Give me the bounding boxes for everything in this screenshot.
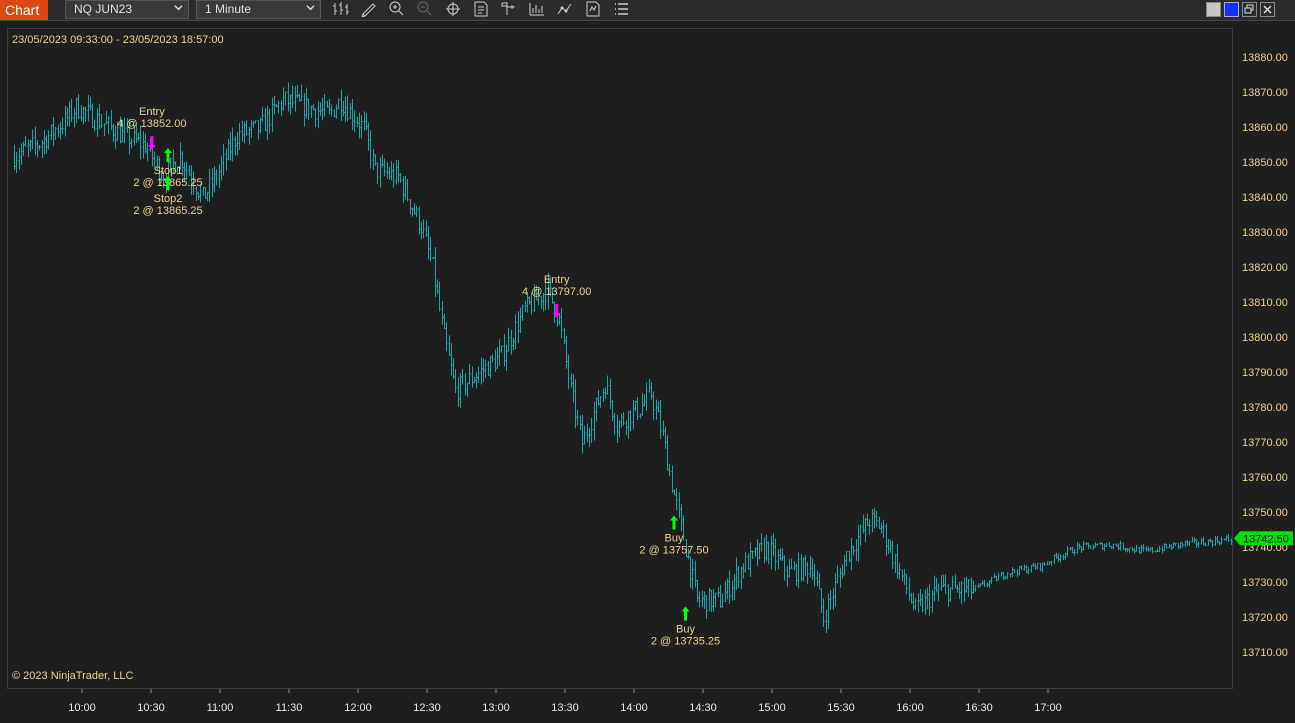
execution-detail: 2 @ 13865.25: [133, 205, 202, 217]
strategy-icon[interactable]: [556, 1, 576, 18]
price-tick-label: 13830.00: [1242, 227, 1288, 239]
bar-type-icon[interactable]: [332, 1, 352, 18]
zoom-out-icon[interactable]: [416, 1, 436, 18]
time-tick-label: 15:00: [758, 702, 786, 714]
restore-icon[interactable]: [1242, 2, 1257, 17]
price-tick-label: 13720.00: [1242, 612, 1288, 624]
close-icon[interactable]: [1260, 2, 1275, 17]
execution-detail: 2 @ 13735.25: [651, 636, 720, 648]
price-tick-label: 13810.00: [1242, 297, 1288, 309]
link-blue-icon[interactable]: [1224, 2, 1239, 17]
time-tick-label: 10:00: [68, 702, 96, 714]
buy-arrow-icon: [681, 606, 690, 621]
execution-label: Buy: [676, 624, 695, 636]
chart-tab[interactable]: Chart: [0, 0, 48, 20]
instrument-label: NQ JUN23: [74, 2, 133, 16]
time-tick-label: 17:00: [1034, 702, 1062, 714]
price-tick-label: 13760.00: [1242, 472, 1288, 484]
time-tick-label: 11:30: [276, 702, 303, 714]
price-tick-label: 13880.00: [1242, 52, 1288, 64]
time-tick-label: 13:00: [482, 702, 510, 714]
price-tick-label: 13850.00: [1242, 157, 1288, 169]
time-axis[interactable]: 10:00 10:30 11:00 11:30 12:00 12:30 13:00 13:30…: [7, 689, 1269, 718]
price-bars: Entry4 @ 13852.00Stop12 @ 13865.25Stop22…: [13, 82, 1295, 648]
execution-detail: 4 @ 13852.00: [117, 118, 186, 130]
price-tick-label: 13790.00: [1242, 367, 1288, 379]
last-price-label: 13742.50: [1243, 533, 1289, 545]
execution-label: Buy: [665, 533, 684, 545]
execution-label: Entry: [544, 274, 570, 286]
price-tick-label: 13800.00: [1242, 332, 1288, 344]
buy-arrow-icon: [670, 515, 678, 530]
price-tick-label: 13750.00: [1242, 507, 1288, 519]
data-box-icon[interactable]: [500, 1, 520, 18]
price-tick-label: 13770.00: [1242, 437, 1288, 449]
time-tick-label: 11:00: [207, 702, 234, 714]
time-tick-label: 16:30: [965, 702, 993, 714]
template-icon[interactable]: [584, 1, 604, 18]
list-icon[interactable]: [612, 1, 632, 18]
copyright-text: © 2023 NinjaTrader, LLC: [12, 670, 134, 682]
price-tick-label: 13780.00: [1242, 402, 1288, 414]
time-tick-label: 12:30: [413, 702, 441, 714]
time-tick-label: 12:00: [344, 702, 372, 714]
execution-label: Stop1: [154, 165, 183, 177]
price-axis-labels: 13880.00 13870.00 13860.00 13850.00 13840.00…: [1234, 52, 1293, 659]
interval-label: 1 Minute: [205, 2, 252, 16]
time-tick-label: 14:30: [689, 702, 717, 714]
sell-arrow-icon: [147, 136, 156, 150]
chevron-down-icon: [306, 5, 315, 11]
date-range: 23/05/2023 09:33:00 - 23/05/2023 18:57:0…: [12, 34, 224, 46]
interval-selector[interactable]: 1 Minute: [196, 0, 321, 19]
instrument-selector[interactable]: NQ JUN23: [65, 0, 189, 19]
price-tick-label: 13730.00: [1242, 577, 1288, 589]
time-tick-label: 15:30: [827, 702, 855, 714]
time-tick-label: 13:30: [551, 702, 579, 714]
execution-label: Entry: [139, 106, 165, 118]
price-tick-label: 13840.00: [1242, 192, 1288, 204]
time-tick-label: 14:00: [620, 702, 648, 714]
execution-detail: 4 @ 13797.00: [522, 286, 591, 298]
time-tick-label: 10:30: [137, 702, 165, 714]
chart-toolbar: Chart: [0, 0, 1295, 21]
execution-label: Stop2: [154, 193, 183, 205]
performance-icon[interactable]: [528, 1, 548, 18]
price-tick-label: 13820.00: [1242, 262, 1288, 274]
price-tick-label: 13710.00: [1242, 647, 1288, 659]
crosshair-icon[interactable]: [444, 1, 464, 18]
zoom-in-icon[interactable]: [388, 1, 408, 18]
properties-icon[interactable]: [472, 1, 492, 18]
time-axis-labels: 10:00 10:30 11:00 11:30 12:00 12:30 13:00 13:30…: [68, 689, 1269, 714]
price-plot[interactable]: Entry 4 @ 13852.00 Stop1 2 @ 13865.25 Stop2 2…: [7, 28, 1295, 689]
drawing-pencil-icon[interactable]: [360, 1, 380, 18]
chevron-down-icon: [174, 5, 183, 11]
price-tick-label: 13870.00: [1242, 87, 1288, 99]
execution-detail: 2 @ 13757.50: [639, 545, 708, 557]
time-tick-label: 16:00: [896, 702, 924, 714]
price-axis[interactable]: 13880.00 13870.00 13860.00 13850.00 13840.00…: [1233, 28, 1295, 689]
minimize-gray-icon[interactable]: [1206, 2, 1221, 17]
price-tick-label: 13860.00: [1242, 122, 1288, 134]
